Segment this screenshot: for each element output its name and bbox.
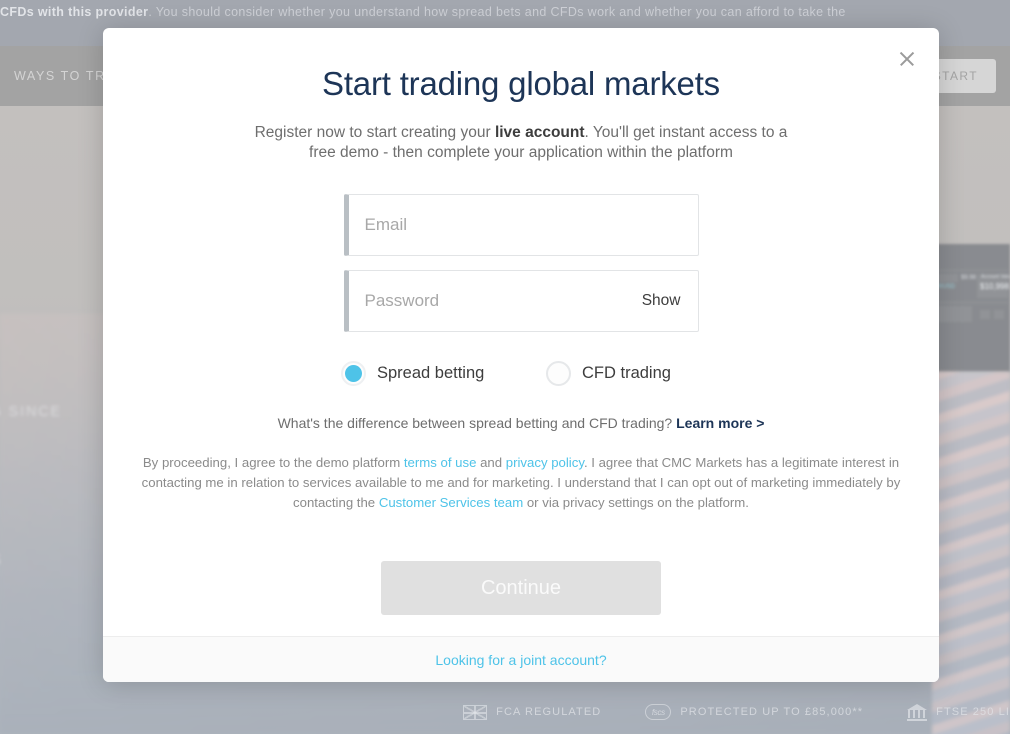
email-input[interactable] [348,195,698,255]
page-root: CFDs with this provider. You should cons… [0,0,1010,734]
continue-button[interactable]: Continue [381,561,661,615]
radio-label: Spread betting [377,364,485,382]
radio-option-spread-betting[interactable]: Spread betting [341,361,546,386]
terms-of-use-link[interactable]: terms of use [404,455,477,470]
modal-subtitle-part1: Register now to start creating your [254,124,495,141]
privacy-policy-link[interactable]: privacy policy [506,455,584,470]
radio-dot-icon [546,361,571,386]
joint-account-link[interactable]: Looking for a joint account? [435,652,606,668]
difference-line: What's the difference between spread bet… [135,415,907,431]
radio-label: CFD trading [582,364,671,382]
show-password-button[interactable]: Show [636,292,698,310]
account-type-radio-group: Spread betting CFD trading [341,361,701,386]
customer-services-link[interactable]: Customer Services team [379,495,523,510]
email-field-wrapper[interactable] [343,194,699,256]
close-icon[interactable] [892,44,922,74]
modal-subtitle: Register now to start creating your live… [249,123,794,163]
learn-more-link[interactable]: Learn more > [676,415,764,431]
password-field-wrapper[interactable]: Show [343,270,699,332]
legal-consent-text: By proceeding, I agree to the demo platf… [141,453,901,513]
legal-s4: or via privacy settings on the platform. [523,495,749,510]
radio-dot-icon [341,361,366,386]
difference-question: What's the difference between spread bet… [277,415,677,431]
registration-modal: Start trading global markets Register no… [103,28,939,682]
modal-subtitle-bold: live account [494,124,585,141]
modal-footer: Looking for a joint account? [103,636,939,682]
password-input[interactable] [348,271,636,331]
modal-body: Start trading global markets Register no… [103,28,939,636]
legal-s2: and [476,455,506,470]
radio-option-cfd-trading[interactable]: CFD trading [546,361,671,386]
legal-s1: By proceeding, I agree to the demo platf… [142,455,404,470]
page-title: Start trading global markets [322,65,720,102]
